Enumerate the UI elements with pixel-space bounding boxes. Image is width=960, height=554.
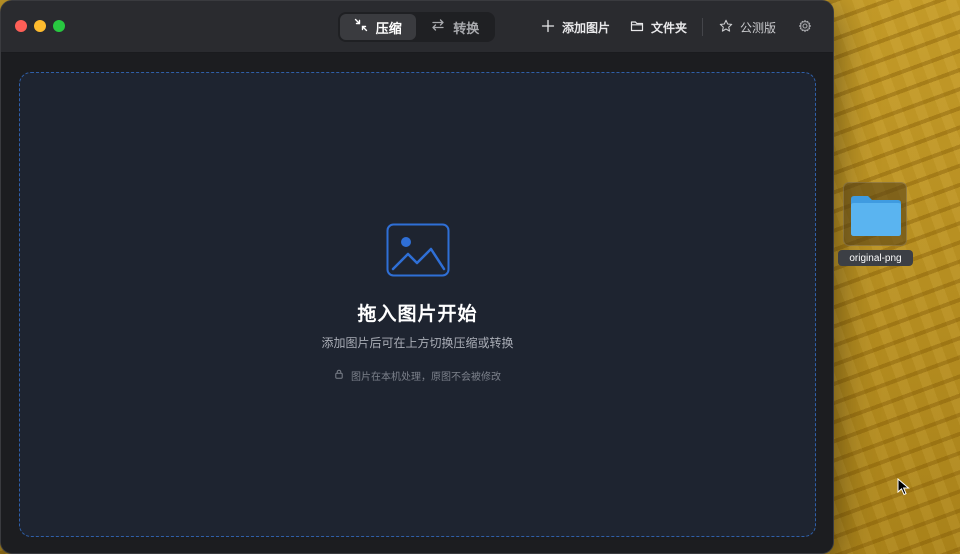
tab-convert-label: 转换 [453, 21, 480, 37]
settings-button[interactable] [798, 12, 812, 42]
tab-compress-label: 压缩 [375, 21, 402, 37]
desktop-folder-label[interactable]: original-png [838, 250, 913, 266]
gear-icon [798, 19, 812, 36]
folder-icon [630, 19, 644, 36]
tab-compress[interactable]: 压缩 [340, 14, 416, 40]
privacy-note: 图片在本机处理，原图不会被修改 [20, 368, 815, 383]
public-beta-button[interactable]: 公测版 [719, 12, 776, 42]
desktop-folder-icon[interactable] [843, 182, 907, 246]
image-placeholder-icon [386, 223, 450, 277]
folder-button[interactable]: 文件夹 [630, 12, 687, 42]
toolbar-divider [701, 18, 703, 36]
drop-zone[interactable]: 拖入图片开始 添加图片后可在上方切换压缩或转换 图片在本机处理，原图不会被修改 [19, 72, 816, 537]
tab-convert[interactable]: 转换 [418, 14, 494, 40]
app-window: 压缩 转换 添加图片 文件夹 公测版 拖入图片开始 添加图片后可在上方切换压缩或… [0, 0, 834, 554]
public-beta-label: 公测版 [739, 20, 776, 35]
mode-segmented-control: 压缩 转换 [338, 12, 495, 42]
toolbar-actions: 添加图片 文件夹 公测版 [541, 1, 833, 53]
compress-icon [354, 18, 368, 36]
privacy-note-text: 图片在本机处理，原图不会被修改 [351, 372, 501, 383]
zoom-window-button[interactable] [53, 20, 65, 32]
mouse-cursor-icon [897, 477, 911, 496]
folder-label: 文件夹 [650, 20, 687, 35]
minimize-window-button[interactable] [34, 20, 46, 32]
plus-icon [541, 19, 555, 36]
drop-zone-title: 拖入图片开始 [357, 303, 478, 325]
add-image-button[interactable]: 添加图片 [541, 12, 610, 42]
drop-zone-subtitle: 添加图片后可在上方切换压缩或转换 [321, 336, 514, 350]
add-image-label: 添加图片 [561, 20, 610, 35]
title-bar: 压缩 转换 添加图片 文件夹 公测版 [1, 1, 833, 53]
lock-icon [334, 369, 344, 382]
main-content: 拖入图片开始 添加图片后可在上方切换压缩或转换 图片在本机处理，原图不会被修改 [1, 54, 833, 553]
star-icon [719, 19, 733, 36]
close-window-button[interactable] [15, 20, 27, 32]
swap-arrows-icon [431, 18, 445, 36]
